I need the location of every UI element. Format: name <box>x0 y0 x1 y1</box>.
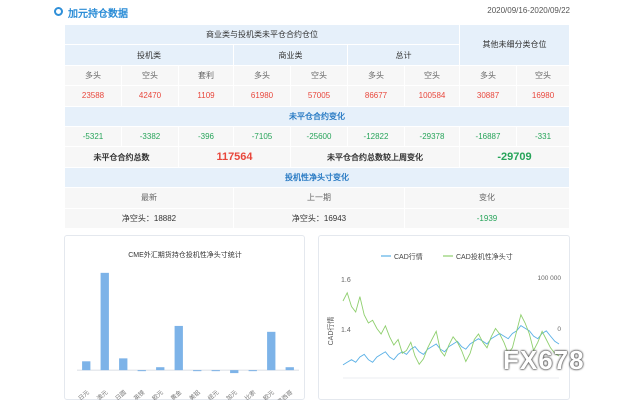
comm-short-value: 57005 <box>290 85 348 107</box>
col-label: 套利 <box>178 64 234 87</box>
bar <box>174 325 183 371</box>
oi-total-label: 未平仓合约总数 <box>64 146 179 168</box>
col-label: 空头 <box>290 64 348 87</box>
comm-long-change: -7105 <box>233 125 291 148</box>
other-short-change: -331 <box>516 125 571 148</box>
section-ring-icon <box>54 7 63 16</box>
net-change-value: -1939 <box>403 207 571 229</box>
bar <box>193 370 202 372</box>
category-commercial: 商业类 <box>233 44 348 66</box>
oi-total-value: 117564 <box>178 146 291 168</box>
line-y-label: CAD行情 <box>326 317 335 346</box>
right-tick: 100 000 <box>538 275 562 282</box>
left-tick: 1.6 <box>341 277 351 284</box>
net-previous-value: 净空头：16943 <box>233 207 405 229</box>
bar <box>248 370 257 372</box>
legend-label: CAD行情 <box>394 252 423 261</box>
col-label: 空头 <box>121 64 179 87</box>
bar-tick-label: 墨西哥 <box>276 389 294 400</box>
bar-tick-label: 日元 <box>77 389 91 400</box>
bar-chart-title: CME外汇期货持仓投机性净头寸统计 <box>128 250 242 259</box>
col-label: 多头 <box>347 64 405 87</box>
total-long-value: 86677 <box>347 85 405 107</box>
bar-tick-label: 澳元 <box>95 388 109 400</box>
spec-spread-value: 1109 <box>178 85 234 107</box>
oi-change-value: -29709 <box>459 146 571 168</box>
bar-tick-label: 英镑 <box>132 388 146 400</box>
legend-label: CAD投机性净头寸 <box>456 252 513 261</box>
total-short-change: -29378 <box>403 125 461 148</box>
total-short-value: 100584 <box>403 85 461 107</box>
bar-tick-label: 美铝 <box>187 388 201 400</box>
col-label: 多头 <box>64 64 122 87</box>
bar <box>211 370 220 372</box>
bar <box>230 370 239 374</box>
bar <box>119 358 128 371</box>
right-tick: 0 <box>557 326 561 333</box>
comm-long-value: 61980 <box>233 85 291 107</box>
comm-short-change: -25600 <box>290 125 348 148</box>
category-total: 总计 <box>346 44 461 66</box>
net-header-latest: 最新 <box>64 187 234 209</box>
other-short-value: 16980 <box>516 85 571 107</box>
net-header-previous: 上一期 <box>233 187 405 209</box>
change-title: 未平仓合约变化 <box>63 105 571 127</box>
bar <box>100 272 109 371</box>
position-table: 商业类与投机类未平仓合约仓位 其他未细分类仓位 投机类 商业类 总计 多头 空头… <box>63 23 571 229</box>
spec-spread-change: -396 <box>178 125 234 148</box>
bar-tick-label: 欧元 <box>261 388 275 400</box>
col-label: 空头 <box>516 64 571 87</box>
col-label: 多头 <box>459 64 518 87</box>
net-title: 投机性净头寸变化 <box>63 166 571 189</box>
bar <box>285 367 294 371</box>
other-title: 其他未细分类仓位 <box>459 24 571 66</box>
other-long-value: 30887 <box>459 85 518 107</box>
spec-long-change: -5321 <box>64 125 122 148</box>
bar-tick-label: 纽元 <box>206 388 220 400</box>
bar-tick-label: 欧元 <box>150 388 164 400</box>
group-title: 商业类与投机类未平仓合约仓位 <box>63 23 461 46</box>
bar-tick-label: 黄金 <box>169 388 183 400</box>
total-long-change: -12822 <box>347 125 405 148</box>
col-label: 多头 <box>233 64 291 87</box>
bar <box>137 370 146 372</box>
bar <box>82 361 91 371</box>
left-tick: 1.4 <box>341 327 351 334</box>
page-header: 加元持仓数据 2020/09/16-2020/09/22 <box>54 0 570 24</box>
spec-short-value: 42470 <box>121 85 179 107</box>
bar <box>156 367 165 371</box>
other-long-change: -16887 <box>459 125 518 148</box>
date-range: 2020/09/16-2020/09/22 <box>487 6 570 15</box>
oi-change-label: 未平仓合约总数较上周变化 <box>289 146 461 168</box>
net-latest-value: 净空头：18882 <box>64 207 234 229</box>
net-header-change: 变化 <box>403 187 571 209</box>
category-speculative: 投机类 <box>64 44 234 66</box>
col-label: 空头 <box>403 64 461 87</box>
bar-chart-card: CME外汇期货持仓投机性净头寸统计 日元 澳元 日圆 英镑 欧元 黄金 美铝 纽元 加元 比索 欧元… <box>64 235 305 400</box>
bar-tick-label: 日圆 <box>114 389 128 400</box>
bar <box>267 331 276 371</box>
bar-tick-label: 比索 <box>243 388 257 400</box>
spec-long-value: 23588 <box>64 85 122 107</box>
page-title: 加元持仓数据 <box>68 9 128 20</box>
watermark-logo: FX678 <box>503 345 585 375</box>
spec-short-change: -3382 <box>121 125 179 148</box>
bar-chart: CME外汇期货持仓投机性净头寸统计 日元 澳元 日圆 英镑 欧元 黄金 美铝 纽元 加元 比索 欧元… <box>77 250 299 400</box>
bar-tick-label: 加元 <box>224 388 238 400</box>
